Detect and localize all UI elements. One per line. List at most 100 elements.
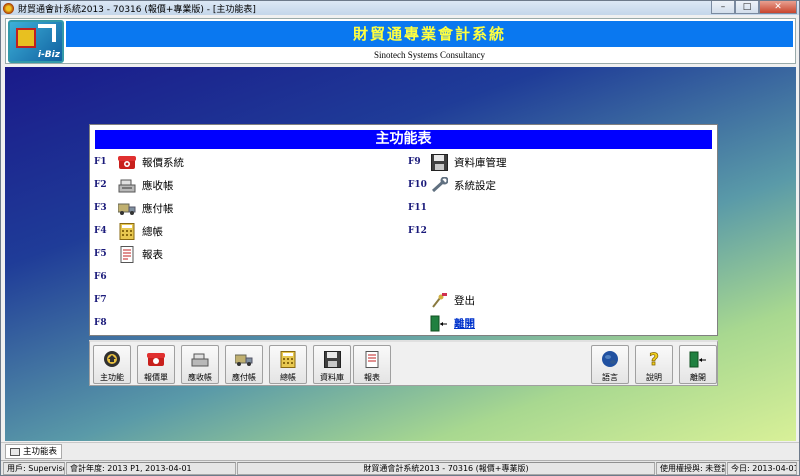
menu-item-f7: F7 <box>94 289 118 311</box>
task-tab-main-menu[interactable]: 主功能表 <box>5 444 63 459</box>
fkey-label: F2 <box>94 180 107 190</box>
truck-icon <box>234 349 254 369</box>
exit-link: 離開 <box>454 317 475 330</box>
telephone-icon <box>146 349 166 369</box>
window-title: 財貿通會計系統2013 - 70316 (報價+專業版) - [主功能表] <box>18 4 256 15</box>
logo-arrow-icon <box>38 24 56 42</box>
task-tab-label: 主功能表 <box>23 446 58 457</box>
fkey-label: F10 <box>408 180 427 190</box>
menu-item-logout[interactable]: 登出 <box>430 289 475 311</box>
menu-item-label: 應付帳 <box>142 202 174 215</box>
keys-icon <box>430 291 448 309</box>
toolbar-reports-button[interactable]: 報表 <box>353 345 391 384</box>
window-controls: – □ ✕ <box>711 1 797 14</box>
home-icon <box>102 349 122 369</box>
toolbar-language-button[interactable]: 語言 <box>591 345 629 384</box>
exit-door-icon <box>688 349 708 369</box>
menu-item-exit[interactable]: 離開 <box>430 312 475 334</box>
toolbar-home-button[interactable]: 主功能 <box>93 345 131 384</box>
menu-item-f8: F8 <box>94 312 118 334</box>
main-toolbar: 主功能 報價單 應收帳 應付帳 總帳 資料庫 報表 語言 ? 說明 離開 <box>89 340 718 386</box>
logout-label: 登出 <box>454 294 475 307</box>
fkey-label: F4 <box>94 226 107 236</box>
toolbar-general-ledger-button[interactable]: 總帳 <box>269 345 307 384</box>
report-icon <box>118 245 136 263</box>
toolbar-button-label: 主功能 <box>100 373 124 382</box>
floppy-disk-icon <box>322 349 342 369</box>
status-fiscal-year: 會計年度: 2013 P1, 2013-04-01 <box>66 462 236 475</box>
help-icon: ? <box>644 349 664 369</box>
svg-text:?: ? <box>649 350 659 368</box>
window-icon <box>10 447 20 456</box>
workspace-background: 主功能表 F1 報價系統 F2 應收帳 F3 應付帳 F4 總帳 F5 報表 F… <box>5 67 796 441</box>
toolbar-button-label: 資料庫 <box>320 373 344 382</box>
app-banner-title: 財貿通專業會計系統 <box>66 21 793 47</box>
close-button[interactable]: ✕ <box>759 1 797 14</box>
fkey-label: F6 <box>94 272 107 282</box>
menu-item-label: 系統設定 <box>454 179 496 192</box>
company-subtitle: Sinotech Systems Consultancy <box>374 50 485 60</box>
menu-item-label: 資料庫管理 <box>454 156 507 169</box>
menu-item-label: 報表 <box>142 248 163 261</box>
toolbar-button-label: 語言 <box>602 373 618 382</box>
floppy-disk-icon <box>430 153 448 171</box>
fkey-label: F12 <box>408 226 427 236</box>
menu-item-receivable[interactable]: F2 應收帳 <box>94 174 174 196</box>
title-bar[interactable]: 財貿通會計系統2013 - 70316 (報價+專業版) - [主功能表] – … <box>1 1 799 15</box>
menu-item-system-settings[interactable]: F10 系統設定 <box>408 174 496 196</box>
toolbar-button-label: 應付帳 <box>232 373 256 382</box>
toolbar-receivable-button[interactable]: 應收帳 <box>181 345 219 384</box>
status-user: 用戶: Supervisor <box>3 462 65 475</box>
fkey-label: F9 <box>408 157 421 167</box>
mdi-taskbar: 主功能表 <box>1 442 799 460</box>
toolbar-button-label: 總帳 <box>280 373 296 382</box>
telephone-icon <box>118 153 136 171</box>
status-today: 今日: 2013-04-01 <box>727 462 797 475</box>
menu-item-f6: F6 <box>94 266 118 288</box>
status-app-name: 財貿通會計系統2013 - 70316 (報價+專業版) <box>237 462 655 475</box>
exit-door-icon <box>430 314 448 332</box>
menu-item-f12: F12 <box>408 220 430 242</box>
main-menu-panel: 主功能表 F1 報價系統 F2 應收帳 F3 應付帳 F4 總帳 F5 報表 F… <box>89 124 718 336</box>
menu-item-reports[interactable]: F5 報表 <box>94 243 163 265</box>
fkey-label: F3 <box>94 203 107 213</box>
menu-item-label: 報價系統 <box>142 156 184 169</box>
minimize-button[interactable]: – <box>711 1 735 14</box>
cash-register-icon <box>118 176 136 194</box>
fkey-label: F11 <box>408 203 427 213</box>
app-window: 財貿通會計系統2013 - 70316 (報價+專業版) - [主功能表] – … <box>0 0 800 476</box>
menu-item-f11: F11 <box>408 197 430 219</box>
toolbar-quotation-button[interactable]: 報價單 <box>137 345 175 384</box>
toolbar-button-label: 報價單 <box>144 373 168 382</box>
calculator-icon <box>278 349 298 369</box>
menu-item-database[interactable]: F9 資料庫管理 <box>408 151 507 173</box>
fkey-label: F8 <box>94 318 107 328</box>
menu-item-payable[interactable]: F3 應付帳 <box>94 197 174 219</box>
calculator-icon <box>118 222 136 240</box>
toolbar-database-button[interactable]: 資料庫 <box>313 345 351 384</box>
logo-box-icon <box>16 28 36 48</box>
report-icon <box>362 349 382 369</box>
maximize-button[interactable]: □ <box>735 1 759 14</box>
logo-text: i-Biz <box>37 50 60 60</box>
toolbar-help-button[interactable]: ? 說明 <box>635 345 673 384</box>
toolbar-button-label: 離開 <box>690 373 706 382</box>
status-license: 使用權授與: 未登記 <box>656 462 726 475</box>
toolbar-payable-button[interactable]: 應付帳 <box>225 345 263 384</box>
status-bar: 用戶: Supervisor 會計年度: 2013 P1, 2013-04-01… <box>1 460 799 475</box>
globe-icon <box>600 349 620 369</box>
app-header: i-Biz 財貿通專業會計系統 Sinotech Systems Consult… <box>5 18 796 64</box>
menu-item-label: 應收帳 <box>142 179 174 192</box>
wrench-icon <box>430 176 448 194</box>
truck-icon <box>118 199 136 217</box>
app-icon[interactable] <box>3 2 14 14</box>
cash-register-icon <box>190 349 210 369</box>
fkey-label: F7 <box>94 295 107 305</box>
toolbar-exit-button[interactable]: 離開 <box>679 345 717 384</box>
fkey-label: F1 <box>94 157 107 167</box>
menu-item-general-ledger[interactable]: F4 總帳 <box>94 220 163 242</box>
ibiz-logo: i-Biz <box>8 20 64 63</box>
menu-item-quotation[interactable]: F1 報價系統 <box>94 151 184 173</box>
menu-item-label: 總帳 <box>142 225 163 238</box>
main-menu-title: 主功能表 <box>95 130 712 149</box>
